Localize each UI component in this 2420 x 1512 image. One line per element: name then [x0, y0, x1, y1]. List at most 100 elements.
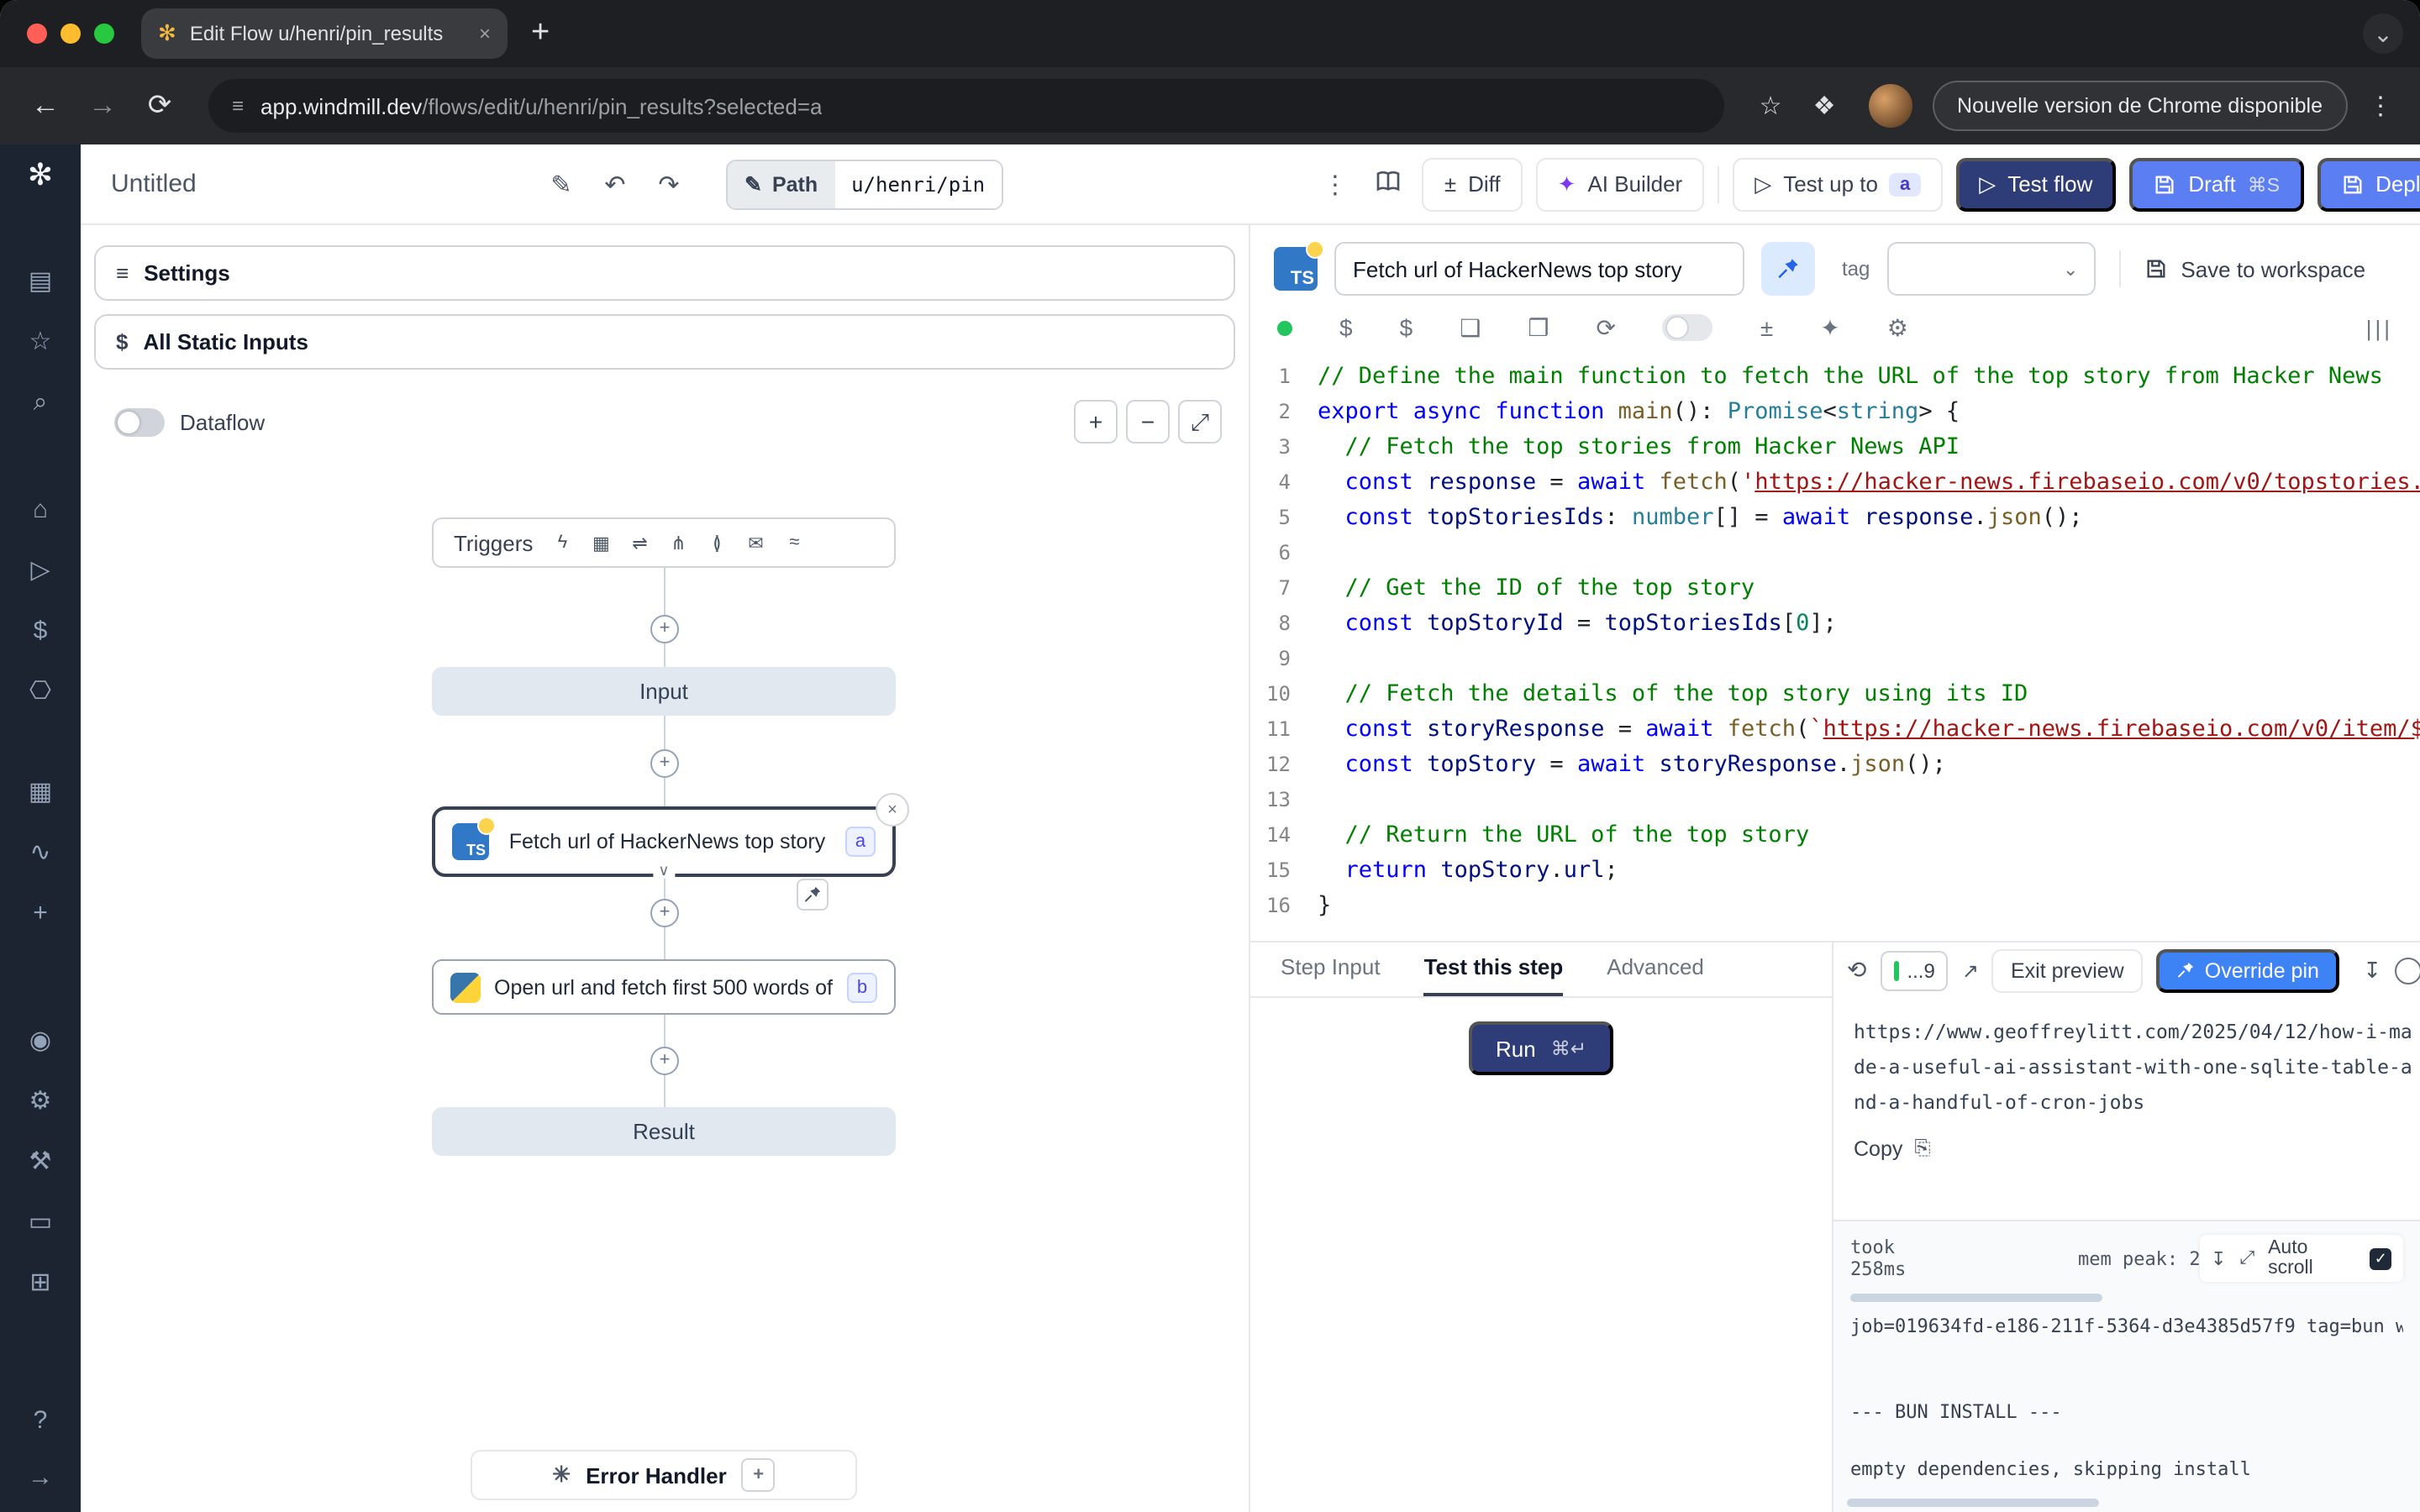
maximize-window-button[interactable] — [94, 24, 114, 44]
url-bar[interactable]: ≡ app.windmill.dev/flows/edit/u/henri/pi… — [208, 79, 1723, 133]
forward-button[interactable]: → — [77, 89, 128, 123]
input-node[interactable]: Input — [432, 667, 896, 716]
download-result-icon[interactable]: ↧ — [2363, 957, 2381, 984]
save-to-workspace-button[interactable]: Save to workspace — [2144, 256, 2365, 281]
code-line[interactable]: 2export async function main(): Promise<s… — [1250, 395, 2420, 430]
code-line[interactable]: 3 // Fetch the top stories from Hacker N… — [1250, 430, 2420, 465]
tab-test-this-step[interactable]: Test this step — [1424, 954, 1564, 996]
flow-title[interactable]: Untitled — [111, 170, 197, 198]
logs-scrollbar[interactable] — [1850, 1294, 2102, 1302]
draft-button[interactable]: Draft⌘S — [2129, 157, 2303, 211]
home-icon[interactable]: ⌂ — [24, 494, 57, 528]
new-tab-button[interactable]: + — [531, 15, 550, 52]
code-line[interactable]: 12 const topStory = await storyResponse.… — [1250, 748, 2420, 783]
add-error-handler-icon[interactable]: + — [742, 1458, 776, 1492]
browser-tab[interactable]: ✻ Edit Flow u/henri/pin_results × — [141, 8, 508, 59]
schedule-icon[interactable]: ▦ — [588, 532, 613, 554]
error-handler-node[interactable]: ✳ Error Handler + — [471, 1450, 857, 1500]
user-icon[interactable]: ◉ — [24, 1025, 57, 1058]
result-url[interactable]: https://www.geoffreylitt.com/2025/04/12/… — [1854, 1015, 2418, 1121]
zoom-in-button[interactable]: + — [1074, 400, 1118, 444]
workspace-icon[interactable]: ▤ — [24, 265, 57, 299]
chrome-update-button[interactable]: Nouvelle version de Chrome disponible — [1932, 81, 2348, 131]
variables-icon[interactable]: $ — [24, 615, 57, 648]
folders-icon[interactable]: ▭ — [24, 1206, 57, 1240]
test-flow-button[interactable]: ▷Test flow — [1955, 157, 2116, 211]
insert-step-button[interactable]: + — [650, 749, 679, 778]
variables-icon[interactable]: $ — [1339, 314, 1353, 341]
ai-assistant-icon[interactable]: ✦ — [1820, 313, 1839, 342]
logs-scrollbar-bottom[interactable] — [1847, 1499, 2099, 1507]
insert-step-button[interactable]: + — [650, 899, 679, 927]
collapse-icon[interactable]: → — [24, 1462, 57, 1495]
webhook-icon[interactable]: ϟ — [550, 533, 575, 553]
http-route-icon[interactable]: ⇌ — [627, 532, 652, 554]
diff-button[interactable]: ±Diff — [1423, 157, 1523, 211]
tab-advanced[interactable]: Advanced — [1607, 954, 1704, 996]
insert-step-button[interactable]: + — [650, 615, 679, 643]
ai-builder-button[interactable]: ✦AI Builder — [1536, 157, 1705, 211]
nats-icon[interactable]: ≬ — [704, 532, 729, 554]
static-inputs-bar[interactable]: $ All Static Inputs — [94, 314, 1235, 370]
code-line[interactable]: 7 // Get the ID of the top story — [1250, 571, 2420, 606]
workers-icon[interactable]: ⚒ — [24, 1146, 57, 1179]
code-line[interactable]: 6 — [1250, 536, 2420, 571]
code-line[interactable]: 10 // Fetch the details of the top story… — [1250, 677, 2420, 712]
expand-logs-icon[interactable]: ⤢ — [2239, 1247, 2254, 1269]
library-panel-icon[interactable]: ||| — [2366, 315, 2393, 340]
package-icon[interactable]: ❑ — [1460, 313, 1481, 342]
browser-menu-icon[interactable]: ⋮ — [2368, 91, 2393, 121]
reload-icon[interactable]: ⟳ — [1596, 313, 1615, 342]
bookmark-star-icon[interactable]: ☆ — [1747, 91, 1794, 121]
zoom-out-button[interactable]: − — [1126, 400, 1170, 444]
test-up-to-button[interactable]: ▷Test up toa — [1733, 157, 1942, 211]
clipped-icon[interactable] — [2395, 957, 2420, 984]
run-history-chip[interactable]: ...9 — [1880, 950, 1948, 990]
path-chip[interactable]: ✎Path u/henri/pin — [726, 159, 1003, 209]
dependencies-icon[interactable]: ❒ — [1528, 313, 1549, 342]
profile-avatar[interactable] — [1868, 84, 1912, 128]
extensions-icon[interactable]: ❖ — [1801, 91, 1848, 121]
tab-step-input[interactable]: Step Input — [1281, 954, 1381, 996]
more-options-icon[interactable]: ⋮ — [1315, 169, 1355, 199]
pin-toggle-button[interactable] — [1761, 242, 1815, 296]
back-button[interactable]: ← — [20, 89, 71, 123]
docs-book-icon[interactable] — [1369, 167, 1409, 201]
history-icon[interactable]: ⟲ — [1847, 956, 1866, 984]
minimize-window-button[interactable] — [60, 24, 81, 44]
code-line[interactable]: 9 — [1250, 642, 2420, 677]
step-title-input[interactable] — [1334, 242, 1744, 296]
pinned-result-icon[interactable] — [797, 879, 829, 911]
triggers-node[interactable]: Triggers ϟ▦⇌⋔≬✉≈ — [432, 517, 896, 568]
code-editor[interactable]: 1// Define the main function to fetch th… — [1250, 353, 2420, 941]
tab-search-icon[interactable]: ⌄ — [2363, 13, 2403, 54]
resources-icon[interactable]: ⎔ — [24, 675, 57, 709]
code-line[interactable]: 1// Define the main function to fetch th… — [1250, 360, 2420, 395]
editor-settings-icon[interactable]: ⚙ — [1887, 313, 1908, 342]
diff-mode-icon[interactable]: ± — [1760, 314, 1773, 341]
kafka-icon[interactable]: ⋔ — [666, 532, 691, 554]
override-pin-button[interactable]: Override pin — [2156, 948, 2339, 992]
remove-step-icon[interactable]: × — [876, 793, 909, 827]
search-icon[interactable]: ⌕ — [24, 386, 57, 420]
code-line[interactable]: 13 — [1250, 783, 2420, 818]
step-a-node[interactable]: TS Fetch url of HackerNews top story a ×… — [432, 806, 896, 877]
download-logs-icon[interactable]: ↧ — [2211, 1247, 2226, 1269]
chevron-down-icon[interactable]: ∨ — [653, 864, 674, 879]
edit-title-icon[interactable]: ✎ — [541, 169, 581, 199]
routes-icon[interactable]: ∿ — [24, 837, 57, 870]
tag-select[interactable]: ⌄ — [1886, 242, 2095, 296]
autoscroll-checkbox[interactable]: ✓ — [2370, 1247, 2391, 1269]
code-line[interactable]: 8 const topStoryId = topStoriesIds[0]; — [1250, 606, 2420, 642]
result-node[interactable]: Result — [432, 1107, 896, 1156]
windmill-logo-icon[interactable]: ✻ — [28, 158, 53, 192]
code-line[interactable]: 11 const storyResponse = await fetch(`ht… — [1250, 712, 2420, 748]
undo-button[interactable]: ↶ — [595, 169, 635, 199]
code-line[interactable]: 16} — [1250, 889, 2420, 924]
settings-icon[interactable]: ⚙ — [24, 1085, 57, 1119]
close-window-button[interactable] — [27, 24, 47, 44]
code-line[interactable]: 15 return topStory.url; — [1250, 853, 2420, 889]
contextual-variable-icon[interactable]: $ — [1400, 314, 1413, 341]
open-external-icon[interactable]: ↗ — [1962, 958, 1979, 982]
code-line[interactable]: 14 // Return the URL of the top story — [1250, 818, 2420, 853]
